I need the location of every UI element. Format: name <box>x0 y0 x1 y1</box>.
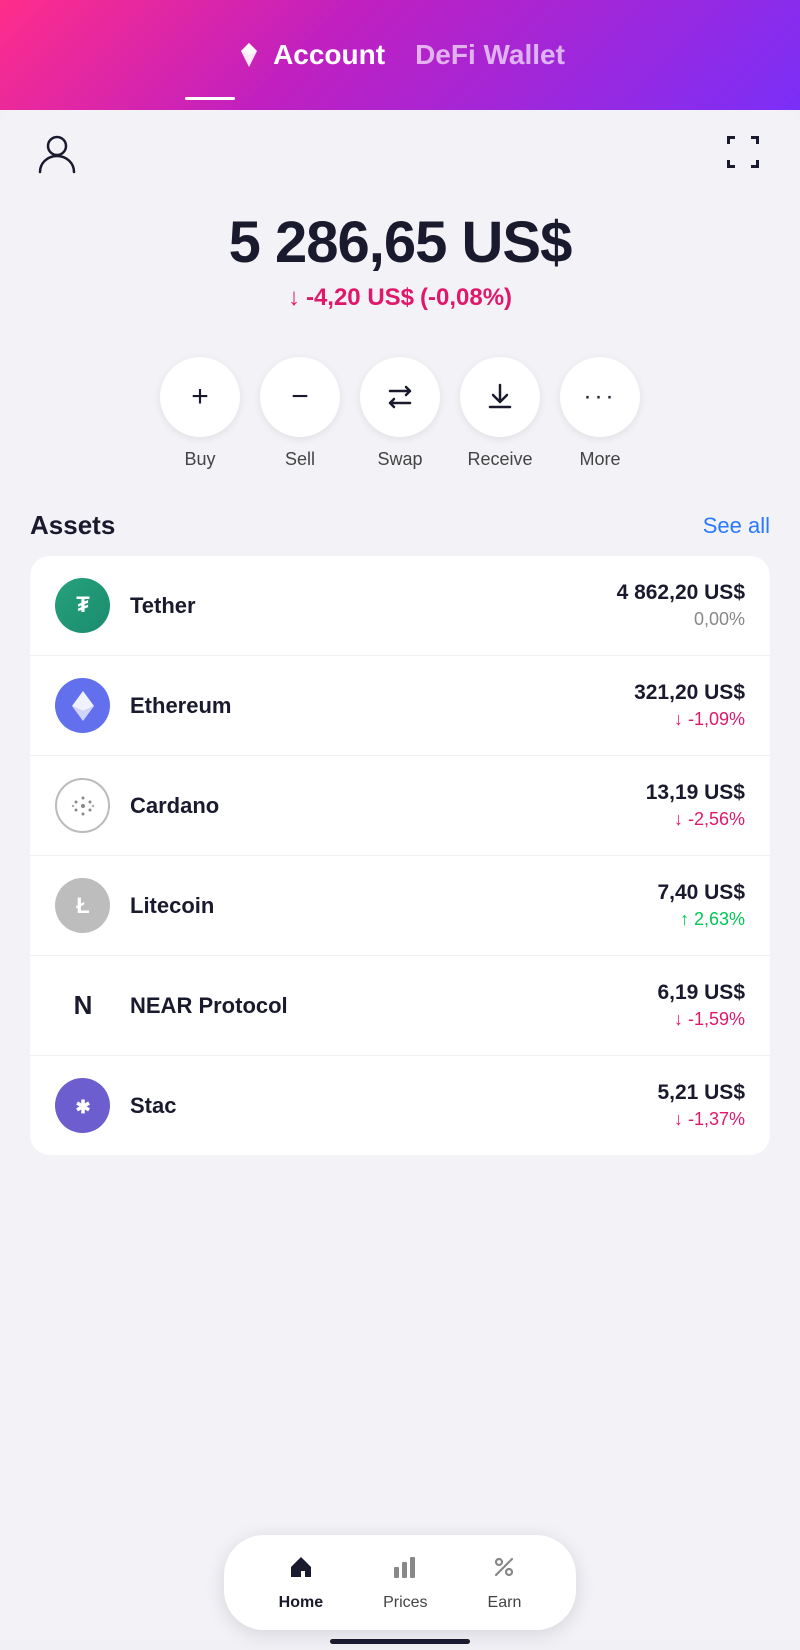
asset-name: Stac <box>130 1093 657 1119</box>
tether-icon: ₮ <box>55 578 110 633</box>
earn-icon <box>490 1553 518 1588</box>
tab-underline <box>185 97 235 100</box>
asset-list: ₮ Tether 4 862,20 US$ 0,00% Ethereum <box>30 556 770 1155</box>
list-item[interactable]: Ethereum 321,20 US$ ↓ -1,09% <box>30 656 770 756</box>
nav-pill: Home Prices Earn <box>224 1535 577 1630</box>
more-button[interactable]: ··· More <box>560 357 640 470</box>
asset-name: NEAR Protocol <box>130 993 657 1019</box>
cardano-icon <box>55 778 110 833</box>
assets-header: Assets See all <box>30 510 770 541</box>
near-icon: Ν <box>55 978 110 1033</box>
balance-change: ↓ -4,20 US$ (-0,08%) <box>20 284 780 312</box>
change-arrow: ↓ <box>288 284 300 312</box>
asset-values: 7,40 US$ ↑ 2,63% <box>657 881 745 930</box>
asset-change: ↑ 2,63% <box>657 909 745 930</box>
prices-label: Prices <box>383 1594 427 1612</box>
asset-amount: 5,21 US$ <box>657 1081 745 1105</box>
buy-circle: + <box>160 357 240 437</box>
swap-circle <box>360 357 440 437</box>
asset-values: 5,21 US$ ↓ -1,37% <box>657 1081 745 1130</box>
asset-amount: 321,20 US$ <box>634 681 745 705</box>
svg-text:✱: ✱ <box>75 1097 90 1117</box>
header: Account DeFi Wallet <box>0 0 800 110</box>
top-bar <box>0 100 800 189</box>
svg-text:₮: ₮ <box>76 592 90 617</box>
scan-icon[interactable] <box>721 130 765 179</box>
nav-earn[interactable]: Earn <box>458 1545 552 1620</box>
asset-amount: 6,19 US$ <box>657 981 745 1005</box>
svg-text:Ν: Ν <box>73 990 92 1020</box>
asset-amount: 4 862,20 US$ <box>617 581 745 605</box>
prices-icon <box>391 1553 419 1588</box>
buy-label: Buy <box>184 449 215 470</box>
sell-circle: − <box>260 357 340 437</box>
list-item[interactable]: Ł Litecoin 7,40 US$ ↑ 2,63% <box>30 856 770 956</box>
account-label: Account <box>273 39 385 71</box>
more-circle: ··· <box>560 357 640 437</box>
receive-button[interactable]: Receive <box>460 357 540 470</box>
asset-values: 321,20 US$ ↓ -1,09% <box>634 681 745 730</box>
litecoin-icon: Ł <box>55 878 110 933</box>
buy-button[interactable]: + Buy <box>160 357 240 470</box>
more-label: More <box>579 449 620 470</box>
defi-label: DeFi Wallet <box>415 39 565 71</box>
asset-change: ↓ -2,56% <box>646 809 745 830</box>
home-label: Home <box>279 1594 323 1612</box>
account-tab[interactable]: Account <box>235 39 385 71</box>
asset-name: Ethereum <box>130 693 634 719</box>
receive-label: Receive <box>467 449 532 470</box>
list-item[interactable]: ₮ Tether 4 862,20 US$ 0,00% <box>30 556 770 656</box>
assets-title: Assets <box>30 510 115 541</box>
profile-icon[interactable] <box>35 130 79 179</box>
home-indicator <box>330 1639 470 1644</box>
stac-icon: ✱ <box>55 1078 110 1133</box>
asset-change: ↓ -1,59% <box>657 1009 745 1030</box>
earn-label: Earn <box>488 1594 522 1612</box>
defi-tab[interactable]: DeFi Wallet <box>415 39 565 71</box>
see-all-button[interactable]: See all <box>703 513 770 539</box>
home-icon <box>287 1553 315 1588</box>
asset-amount: 13,19 US$ <box>646 781 745 805</box>
swap-label: Swap <box>377 449 422 470</box>
list-item[interactable]: ✱ Stac 5,21 US$ ↓ -1,37% <box>30 1056 770 1155</box>
asset-name: Tether <box>130 593 617 619</box>
list-item[interactable]: Cardano 13,19 US$ ↓ -2,56% <box>30 756 770 856</box>
assets-section: Assets See all ₮ Tether 4 862,20 US$ 0,0… <box>0 490 800 1165</box>
diamond-icon <box>235 41 263 69</box>
asset-values: 6,19 US$ ↓ -1,59% <box>657 981 745 1030</box>
asset-name: Cardano <box>130 793 646 819</box>
list-item[interactable]: Ν NEAR Protocol 6,19 US$ ↓ -1,59% <box>30 956 770 1056</box>
asset-change: ↓ -1,37% <box>657 1109 745 1130</box>
asset-values: 13,19 US$ ↓ -2,56% <box>646 781 745 830</box>
asset-values: 4 862,20 US$ 0,00% <box>617 581 745 630</box>
swap-button[interactable]: Swap <box>360 357 440 470</box>
action-buttons: + Buy − Sell Swap Re <box>0 322 800 490</box>
asset-change: 0,00% <box>617 609 745 630</box>
balance-amount: 5 286,65 US$ <box>20 209 780 276</box>
receive-circle <box>460 357 540 437</box>
sell-button[interactable]: − Sell <box>260 357 340 470</box>
asset-name: Litecoin <box>130 893 657 919</box>
svg-text:Ł: Ł <box>76 893 89 918</box>
asset-change: ↓ -1,09% <box>634 709 745 730</box>
change-amount: -4,20 US$ <box>306 284 414 312</box>
nav-prices[interactable]: Prices <box>353 1545 457 1620</box>
main-card: 5 286,65 US$ ↓ -4,20 US$ (-0,08%) + Buy … <box>0 100 800 1640</box>
nav-home[interactable]: Home <box>249 1545 353 1620</box>
bottom-nav: Home Prices Earn <box>0 1530 800 1650</box>
ethereum-icon <box>55 678 110 733</box>
sell-label: Sell <box>285 449 315 470</box>
asset-amount: 7,40 US$ <box>657 881 745 905</box>
balance-section: 5 286,65 US$ ↓ -4,20 US$ (-0,08%) <box>0 189 800 322</box>
change-percent: (-0,08%) <box>420 284 512 312</box>
